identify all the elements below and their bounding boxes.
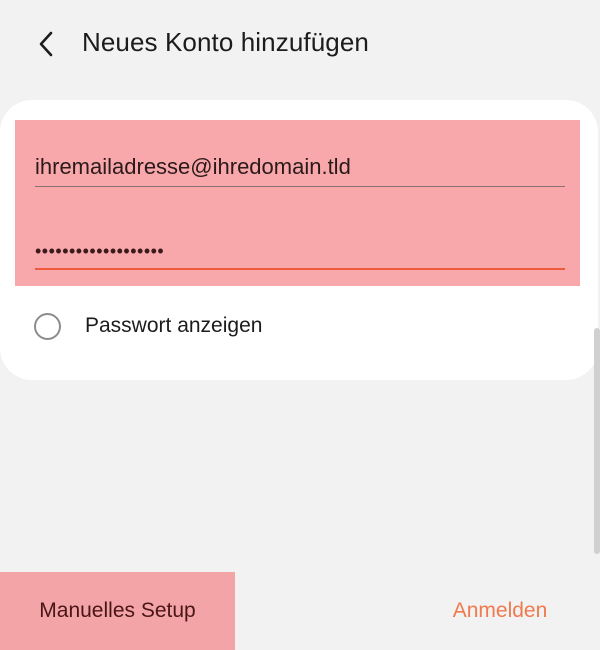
password-field[interactable]: ••••••••••••••••••• (35, 230, 565, 270)
chevron-left-icon (39, 31, 53, 57)
show-password-radio[interactable] (34, 312, 61, 340)
show-password-toggle[interactable]: Passwort anzeigen (34, 310, 262, 342)
page-title: Neues Konto hinzufügen (82, 27, 369, 57)
account-form-card: ••••••••••••••••••• Passwort anzeigen (0, 100, 598, 380)
manual-setup-button[interactable]: Manuelles Setup (0, 572, 235, 650)
email-field[interactable] (35, 148, 565, 187)
login-button[interactable]: Anmelden (430, 572, 570, 650)
show-password-label: Passwort anzeigen (85, 314, 263, 337)
back-button[interactable] (26, 22, 66, 66)
scrollbar[interactable] (594, 328, 600, 554)
app-header: Neues Konto hinzufügen (0, 0, 600, 88)
bottom-action-bar: Manuelles Setup Anmelden (0, 572, 600, 650)
password-mask: ••••••••••••••••••• (35, 241, 165, 261)
